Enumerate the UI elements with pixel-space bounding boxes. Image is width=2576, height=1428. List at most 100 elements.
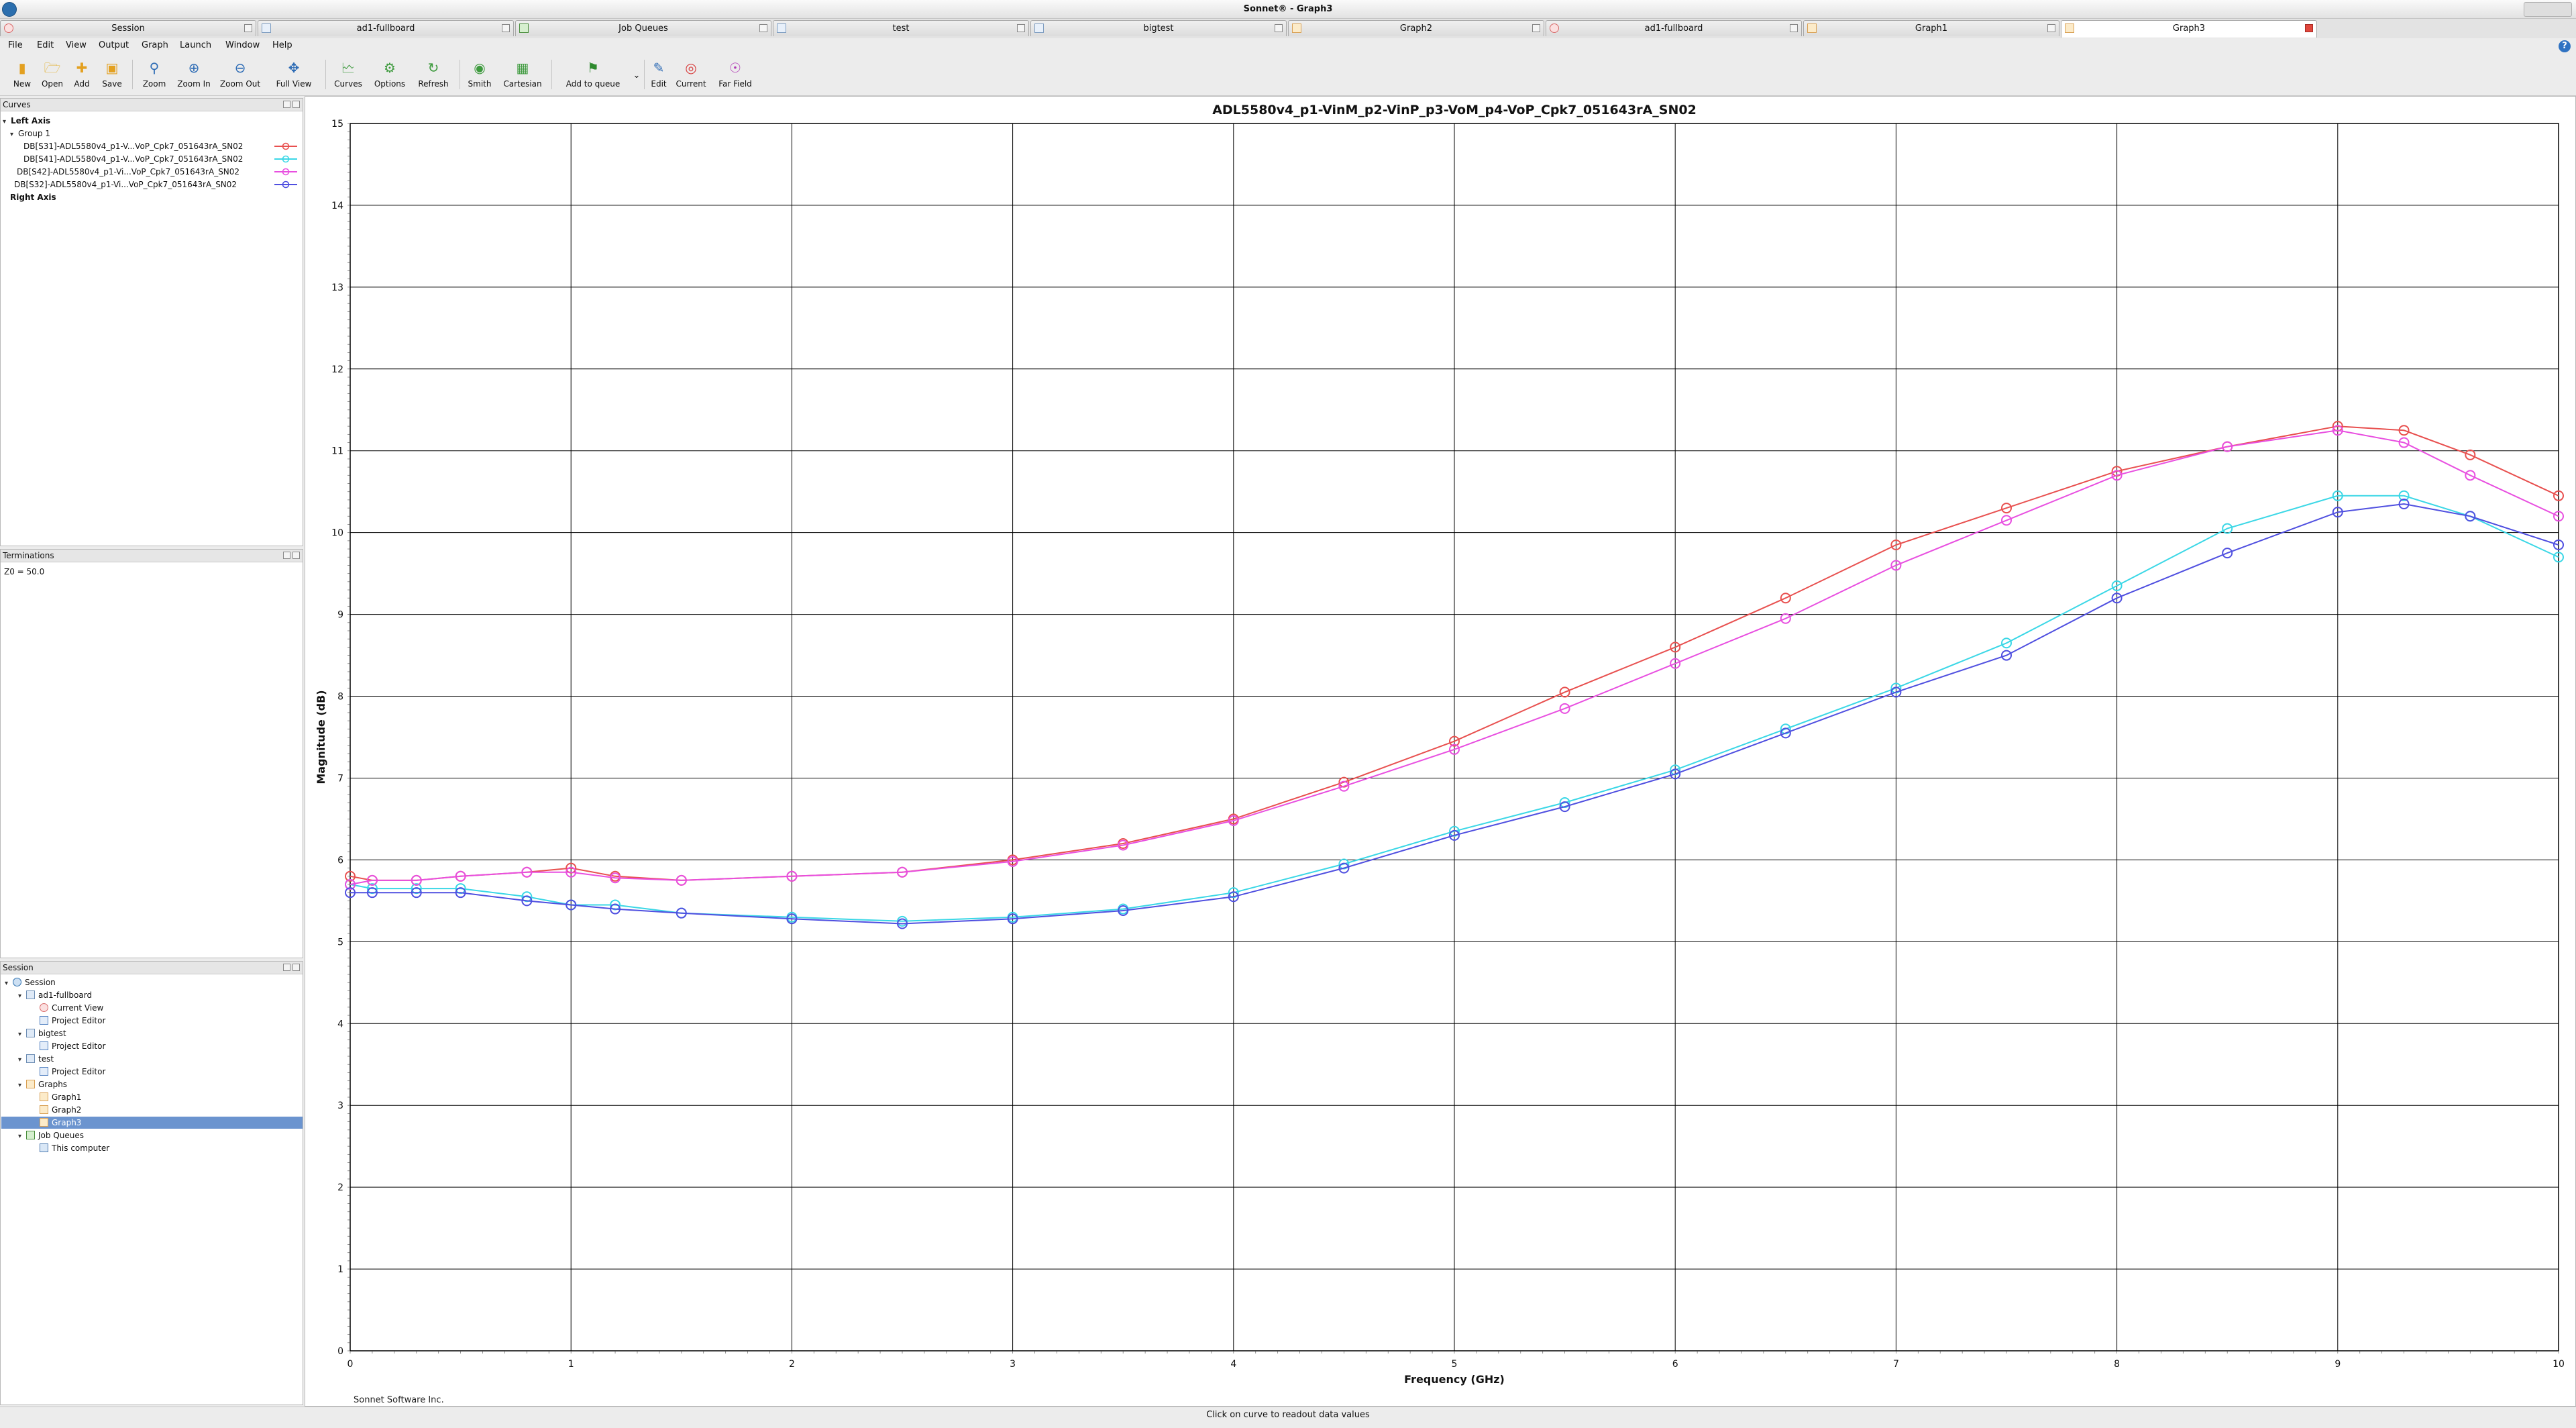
close-tab-icon[interactable] xyxy=(244,24,252,32)
project-icon xyxy=(26,1029,35,1037)
curve-item[interactable]: DB[S41]-ADL5580v4_p1-V...VoP_Cpk7_051643… xyxy=(23,153,243,165)
edit-button[interactable]: ✎ Edit xyxy=(645,58,672,93)
session-tree-item[interactable]: ▾ Job Queues xyxy=(18,1129,84,1143)
session-tree-item[interactable]: Project Editor xyxy=(32,1066,105,1078)
graph-icon xyxy=(1292,23,1301,33)
curve-item[interactable]: DB[S42]-ADL5580v4_p1-Vi...VoP_Cpk7_05164… xyxy=(17,166,239,178)
refresh-button[interactable]: ↻ Refresh xyxy=(413,58,454,93)
help-icon[interactable]: ? xyxy=(2559,40,2571,52)
window-controls[interactable] xyxy=(2524,2,2572,17)
menu-file[interactable]: File xyxy=(8,40,23,52)
zoom-button[interactable]: ⚲ Zoom xyxy=(138,58,171,93)
menu-help[interactable]: Help xyxy=(272,40,292,52)
add-button[interactable]: ✚ Add xyxy=(68,58,96,93)
tab-ad1-fullboard[interactable]: ad1-fullboard xyxy=(1546,20,1802,36)
add-to-queue-button[interactable]: ⚑ Add to queue xyxy=(558,58,628,93)
left-axis-node[interactable]: ▾ Left Axis xyxy=(3,115,50,128)
close-tab-icon[interactable] xyxy=(1790,24,1798,32)
close-tab-icon[interactable] xyxy=(1017,24,1025,32)
save-button[interactable]: ▣ Save xyxy=(97,58,127,93)
right-axis-node[interactable]: Right Axis xyxy=(10,191,56,203)
session-tree-item[interactable]: ▾ Graphs xyxy=(18,1078,67,1092)
close-tab-icon[interactable] xyxy=(759,24,767,32)
tab-job-queues[interactable]: Job Queues xyxy=(515,20,771,36)
current-button[interactable]: ◎ Current xyxy=(672,58,710,93)
expand-toggle-icon[interactable]: ▾ xyxy=(18,1080,26,1092)
session-tree-item[interactable]: This computer xyxy=(32,1142,109,1154)
expand-toggle-icon[interactable]: ▾ xyxy=(5,978,13,990)
full-view-icon: ✥ xyxy=(288,60,300,76)
menu-output[interactable]: Output xyxy=(99,40,129,52)
tab-graph3[interactable]: Graph3 xyxy=(2061,20,2317,38)
curve-item[interactable]: DB[S31]-ADL5580v4_p1-V...VoP_Cpk7_051643… xyxy=(23,140,243,152)
cartesian-button[interactable]: ▦ Cartesian xyxy=(499,58,546,93)
session-tree-item[interactable]: ▾ bigtest xyxy=(18,1027,66,1041)
tab-test[interactable]: test xyxy=(773,20,1029,36)
close-tab-icon[interactable] xyxy=(2305,24,2313,32)
menu-edit[interactable]: Edit xyxy=(37,40,54,52)
restore-icon[interactable] xyxy=(283,101,290,108)
y-tick-label: 0 xyxy=(337,1346,343,1357)
tab-graph1[interactable]: Graph1 xyxy=(1803,20,2059,36)
edit-icon: ✎ xyxy=(653,60,665,76)
refresh-icon: ↻ xyxy=(427,60,439,76)
menu-view[interactable]: View xyxy=(66,40,87,52)
far-field-button[interactable]: ☉ Far Field xyxy=(714,58,757,93)
magnitude-chart[interactable]: 01234567891011121314150 1 2 3 4 5 6 7 8 9 10ADL558… xyxy=(305,97,2575,1406)
open-folder-icon: 🗁 xyxy=(44,60,61,76)
tab-label: Job Queues xyxy=(619,23,668,34)
curve-item[interactable]: DB[S32]-ADL5580v4_p1-Vi...VoP_Cpk7_05164… xyxy=(14,178,237,191)
tab-graph2[interactable]: Graph2 xyxy=(1288,20,1544,36)
session-tree-label: bigtest xyxy=(38,1029,66,1038)
zoom-in-button[interactable]: ⊕ Zoom In xyxy=(174,58,213,93)
close-tab-icon[interactable] xyxy=(2047,24,2055,32)
smith-button[interactable]: ◉ Smith xyxy=(464,58,496,93)
session-tree-label: Project Editor xyxy=(52,1041,106,1051)
close-tab-icon[interactable] xyxy=(502,24,510,32)
close-icon[interactable] xyxy=(292,101,300,108)
toolbar-separator xyxy=(551,60,552,89)
close-icon[interactable] xyxy=(292,964,300,971)
session-tree-item[interactable]: Graph2 xyxy=(32,1104,81,1116)
expand-toggle-icon[interactable]: ▾ xyxy=(18,1029,26,1041)
expand-toggle-icon[interactable]: ▾ xyxy=(18,990,26,1003)
curves-button[interactable]: 🗠 Curves xyxy=(330,58,366,93)
add-to-queue-dropdown[interactable]: ⌄ xyxy=(628,58,641,93)
close-tab-icon[interactable] xyxy=(1275,24,1283,32)
session-tree-item[interactable]: Current View xyxy=(32,1002,103,1014)
add-icon: ✚ xyxy=(76,60,88,76)
restore-icon[interactable] xyxy=(283,964,290,971)
session-tree-item[interactable]: ▾ ad1-fullboard xyxy=(18,989,92,1003)
session-tree-item[interactable]: Project Editor xyxy=(32,1015,105,1027)
tab-session[interactable]: Session xyxy=(0,20,256,36)
session-panel-header: Session xyxy=(1,962,303,974)
expand-toggle-icon[interactable]: ▾ xyxy=(18,1131,26,1143)
tab-label: Session xyxy=(111,23,145,34)
open-button[interactable]: 🗁 Open xyxy=(38,58,66,93)
expand-toggle-icon[interactable]: ▾ xyxy=(18,1054,26,1066)
menu-bar: File Edit View Output Graph Launch Windo… xyxy=(0,38,2576,53)
full-view-button[interactable]: ✥ Full View xyxy=(269,58,319,93)
zoom-out-button[interactable]: ⊖ Zoom Out xyxy=(217,58,264,93)
zoom-out-icon: ⊖ xyxy=(234,60,246,76)
menu-window[interactable]: Window xyxy=(225,40,260,52)
current-view-icon xyxy=(1550,23,1559,33)
y-tick-label: 9 xyxy=(337,610,343,621)
close-icon[interactable] xyxy=(292,552,300,559)
restore-icon[interactable] xyxy=(283,552,290,559)
tab-bigtest[interactable]: bigtest xyxy=(1030,20,1287,36)
session-tree-item[interactable]: Project Editor xyxy=(32,1040,105,1052)
session-tree-item[interactable]: ▾ Session xyxy=(5,976,56,990)
session-tree-item[interactable]: Graph1 xyxy=(32,1091,81,1103)
expand-toggle-icon: ▾ xyxy=(3,118,7,125)
new-button[interactable]: ▮ New xyxy=(8,58,36,93)
tab-ad1-fullboard[interactable]: ad1-fullboard xyxy=(258,20,514,36)
menu-launch[interactable]: Launch xyxy=(180,40,211,52)
session-tree-item[interactable]: Graph3 xyxy=(32,1117,81,1129)
menu-graph[interactable]: Graph xyxy=(142,40,168,52)
session-tree-item[interactable]: ▾ test xyxy=(18,1053,54,1066)
curve-group-node[interactable]: ▾ Group 1 xyxy=(10,128,50,141)
options-button[interactable]: ⚙ Options xyxy=(370,58,409,93)
close-tab-icon[interactable] xyxy=(1532,24,1540,32)
curve-swatch-s32 xyxy=(274,181,297,189)
